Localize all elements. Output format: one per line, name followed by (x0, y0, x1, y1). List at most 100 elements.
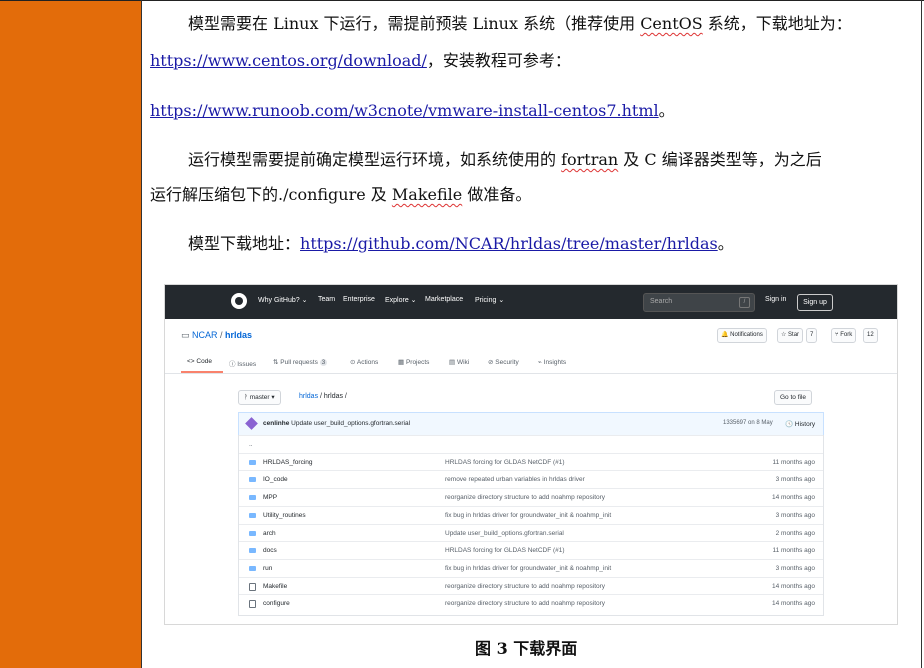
history-link[interactable]: 🕓 History (785, 420, 815, 428)
tab-wiki[interactable]: ▤ Wiki (449, 358, 469, 366)
commit-message-link[interactable]: Update user_build_options.gfortran.seria… (445, 530, 564, 537)
latest-commit-bar: cenlinhe Update user_build_options.gfort… (238, 412, 824, 436)
table-row[interactable]: IO_code remove repeated urban variables i… (239, 470, 823, 489)
commit-message-link[interactable]: fix bug in hrldas driver for groundwater… (445, 565, 611, 572)
tab-projects[interactable]: ▦ Projects (398, 358, 429, 366)
commit-time: 11 months ago (772, 547, 815, 555)
runoob-tutorial-link[interactable]: https://www.runoob.com/w3cnote/vmware-in… (150, 101, 659, 120)
repo-tabs: <> Code ⓘ Issues ⇅ Pull requests 3 ⊙ Act… (165, 351, 897, 374)
fortran-word: fortran (561, 150, 619, 169)
path-repo-link[interactable]: hrldas (299, 393, 318, 400)
tab-insights[interactable]: ⌁ Insights (538, 358, 566, 366)
table-row[interactable]: arch Update user_build_options.gfortran.s… (239, 523, 823, 543)
nav-explore[interactable]: Explore ⌄ (385, 296, 417, 304)
star-count[interactable]: 7 (806, 328, 818, 343)
file-name-link[interactable]: run (263, 565, 272, 572)
folder-icon (249, 548, 256, 554)
parent-dir-link[interactable]: .. (249, 441, 253, 448)
table-row[interactable]: docs HRLDAS forcing for GLDAS NetCDF (#1)… (239, 541, 823, 560)
folder-icon (249, 530, 256, 536)
commit-text[interactable]: Update user_build_options.gfortran.seria… (289, 420, 410, 427)
folder-icon (249, 477, 256, 483)
github-hrldas-link[interactable]: https://github.com/NCAR/hrldas/tree/mast… (300, 234, 718, 253)
paragraph-1-line-2: https://www.centos.org/download/，安装教程可参考… (150, 51, 920, 71)
paragraph-2-line-1: 运行模型需要提前确定模型运行环境，如系统使用的 fortran 及 C 编译器类… (188, 150, 924, 170)
file-name-link[interactable]: docs (263, 547, 277, 554)
tab-security[interactable]: ⊘ Security (488, 358, 519, 366)
tab-pull-requests-label: ⇅ Pull requests (273, 359, 318, 366)
search-shortcut-key: / (739, 297, 750, 308)
avatar[interactable] (245, 417, 258, 430)
commit-time: 11 months ago (772, 458, 815, 466)
table-row[interactable]: configure reorganize directory structure … (239, 594, 823, 613)
table-row[interactable]: Utility_routines fix bug in hrldas driver… (239, 505, 823, 525)
folder-icon (249, 495, 256, 501)
file-name-link[interactable]: HRLDAS_forcing (263, 459, 313, 466)
search-input[interactable]: Search / (643, 293, 755, 312)
fork-button[interactable]: ⑂ Fork (831, 328, 857, 343)
repo-name-link[interactable]: hrldas (225, 330, 252, 340)
text: 做准备。 (462, 185, 532, 204)
commit-author[interactable]: cenlinhe (263, 420, 289, 427)
nav-why-github[interactable]: Why GitHub? ⌄ (258, 296, 307, 304)
go-to-file-button[interactable]: Go to file (774, 390, 813, 405)
commit-message-link[interactable]: remove repeated urban variables in hrlda… (445, 476, 585, 483)
file-name-link[interactable]: IO_code (263, 476, 288, 483)
tab-code[interactable]: <> Code (187, 358, 212, 365)
file-name-link[interactable]: Utility_routines (263, 512, 306, 519)
tab-issues[interactable]: ⓘ Issues (229, 358, 256, 368)
commit-message-link[interactable]: HRLDAS forcing for GLDAS NetCDF (#1) (445, 459, 565, 466)
parent-dir-row[interactable]: .. (239, 435, 823, 454)
paragraph-1-line-3: https://www.runoob.com/w3cnote/vmware-in… (150, 101, 920, 121)
commit-time: 14 months ago (771, 494, 815, 502)
sign-in-link[interactable]: Sign in (765, 296, 786, 303)
repo-owner-link[interactable]: NCAR (192, 330, 218, 340)
orange-sidebar (0, 0, 141, 668)
search-placeholder: Search (650, 298, 673, 305)
branch-select[interactable]: ᚹ master ▾ (238, 390, 281, 405)
fork-count[interactable]: 12 (863, 328, 878, 343)
text: 运行解压缩包下的./configure 及 (150, 185, 392, 204)
text: 模型需要在 Linux 下运行，需提前预装 Linux 系统（推荐使用 (188, 14, 641, 33)
table-row[interactable]: HRLDAS_forcing HRLDAS forcing for GLDAS N… (239, 452, 823, 472)
text: ，安装教程可参考： (426, 51, 571, 70)
tab-pull-requests[interactable]: ⇅ Pull requests 3 (273, 358, 328, 366)
commit-message-link[interactable]: reorganize directory structure to add no… (445, 583, 605, 590)
commit-message-link[interactable]: fix bug in hrldas driver for groundwater… (445, 512, 611, 519)
nav-enterprise[interactable]: Enterprise (343, 296, 375, 303)
commit-time: 14 months ago (771, 600, 815, 608)
table-row[interactable]: MPP reorganize directory structure to add… (239, 488, 823, 507)
makefile-word: Makefile (391, 185, 463, 204)
github-logo-icon[interactable] (231, 293, 247, 309)
file-name-link[interactable]: arch (263, 530, 276, 537)
file-name-link[interactable]: MPP (263, 494, 277, 501)
folder-icon (249, 512, 256, 518)
sign-up-button[interactable]: Sign up (797, 294, 833, 311)
text: 及 C 编译器类型等，为之后 (618, 150, 822, 169)
commit-message-link[interactable]: reorganize directory structure to add no… (445, 494, 605, 501)
file-name-link[interactable]: Makefile (263, 583, 287, 590)
file-list: .. HRLDAS_forcing HRLDAS forcing for GLDA… (238, 435, 824, 616)
nav-marketplace[interactable]: Marketplace (425, 296, 463, 303)
nav-team[interactable]: Team (318, 296, 335, 303)
centos-download-link[interactable]: https://www.centos.org/download/ (150, 51, 427, 70)
figure-caption: 图 3 下载界面 (475, 639, 578, 658)
table-row[interactable]: run fix bug in hrldas driver for groundwa… (239, 558, 823, 578)
nav-pricing[interactable]: Pricing ⌄ (475, 296, 504, 304)
notifications-button[interactable]: 🔔 Notifications (717, 328, 767, 343)
github-header: Why GitHub? ⌄ Team Enterprise Explore ⌄ … (165, 285, 897, 319)
file-name-link[interactable]: configure (263, 600, 290, 607)
commit-message-link[interactable]: reorganize directory structure to add no… (445, 600, 605, 607)
commit-time: 3 months ago (775, 511, 815, 519)
table-row[interactable]: Makefile reorganize directory structure t… (239, 576, 823, 596)
tab-actions[interactable]: ⊙ Actions (350, 358, 378, 366)
commit-time: 3 months ago (775, 564, 815, 572)
star-button[interactable]: ☆ Star (777, 328, 804, 343)
text: 运行模型需要提前确定模型运行环境，如系统使用的 (188, 150, 562, 169)
path-rest: / hrldas / (318, 393, 347, 400)
file-icon (249, 582, 256, 591)
text: 模型下载地址： (188, 234, 301, 253)
text: 系统，下载地址为： (702, 14, 852, 33)
commit-hash[interactable]: 1335697 on 8 May (723, 420, 773, 426)
commit-message-link[interactable]: HRLDAS forcing for GLDAS NetCDF (#1) (445, 547, 565, 554)
